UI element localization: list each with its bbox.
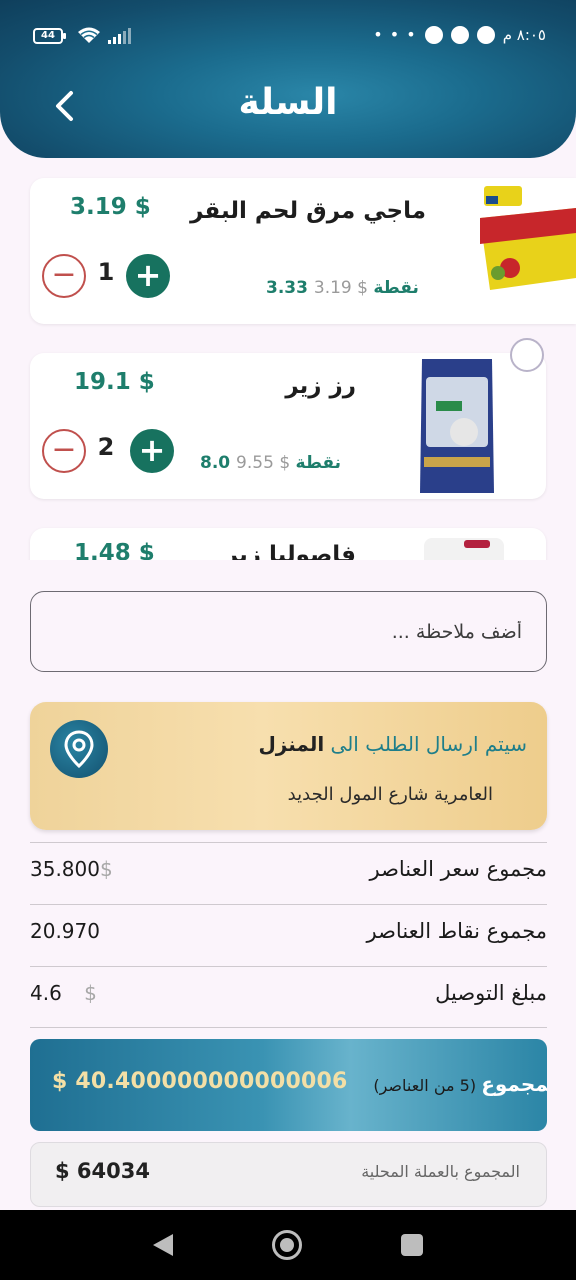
whatsapp-icon: [424, 25, 443, 44]
product-total-price: 1.48 $: [74, 540, 155, 560]
product-unit-currency: $: [357, 278, 368, 298]
product-unit-price: 3.19: [313, 278, 352, 298]
location-pin-icon: [50, 720, 108, 778]
points-total-value: 20.970: [30, 919, 100, 943]
items-total-amount: 35.800$: [30, 857, 113, 881]
items-total-label: مجموع سعر العناصر: [369, 857, 547, 881]
local-currency-total: المجموع بالعملة المحلية $ 64034: [30, 1142, 547, 1207]
increase-quantity-button[interactable]: +: [130, 429, 174, 473]
delivery-fee-row: مبلغ التوصيل 4.6 $: [30, 966, 547, 1028]
nav-recents-icon[interactable]: [401, 1234, 423, 1256]
items-count: (5 من العناصر): [373, 1076, 477, 1095]
battery-indicator: 44: [33, 28, 66, 44]
facebook-icon: [476, 25, 495, 44]
product-image: [414, 536, 510, 560]
delivery-fee-amount: 4.6 $: [30, 981, 97, 1005]
signal-icon: [108, 28, 131, 44]
local-currency-label: المجموع بالعملة المحلية: [361, 1162, 520, 1181]
cart-product-list[interactable]: ماجي مرق لحم البقر 3.19 $ 3.33 نقطة $ 3.…: [0, 158, 576, 560]
product-total-price: 19.1 $: [74, 369, 155, 395]
address-details: العامرية شارع المول الجديد: [287, 784, 493, 805]
product-image: [414, 357, 500, 495]
more-notifications-icon: • • •: [373, 25, 417, 44]
messages-icon: [450, 25, 469, 44]
increase-quantity-button[interactable]: +: [126, 254, 170, 298]
product-name: فاصوليا زير: [224, 542, 356, 560]
quantity-value: 2: [97, 433, 115, 461]
product-name: ماجي مرق لحم البقر: [190, 198, 426, 224]
grand-total-title: المجموع: [481, 1072, 547, 1096]
cart-item: رز زير 19.1 $ 8.0 نقطة $ 9.55 − 2 +: [30, 353, 546, 499]
points-total-label: مجموع نقاط العناصر: [366, 919, 547, 943]
nav-home-icon[interactable]: [272, 1230, 302, 1260]
delivery-address-card[interactable]: سيتم ارسال الطلب الى المنزل العامرية شار…: [30, 702, 547, 830]
items-total-row: مجموع سعر العناصر 35.800$: [30, 842, 547, 904]
product-total-price: 3.19 $: [70, 194, 151, 220]
order-note-input[interactable]: [30, 591, 547, 672]
status-bar: 44 • • • ٨:٠٥ م: [0, 20, 576, 52]
items-total-currency: $: [99, 857, 113, 881]
cart-item: فاصوليا زير 1.48 $: [30, 528, 546, 560]
address-prefix: سيتم ارسال الطلب الى: [330, 732, 527, 756]
page-title: السلة: [238, 82, 338, 123]
address-type: المنزل: [258, 732, 325, 756]
points-total-row: مجموع نقاط العناصر 20.970: [30, 904, 547, 966]
items-total-value: 35.800: [30, 857, 100, 881]
product-unit-info: 3.33 نقطة $ 3.19: [266, 278, 419, 298]
delivery-fee-label: مبلغ التوصيل: [435, 981, 547, 1005]
product-unit-info: 8.0 نقطة $ 9.55: [200, 453, 341, 473]
product-unit-price: 9.55: [236, 453, 274, 473]
local-currency-value: $ 64034: [55, 1159, 150, 1183]
cart-item: ماجي مرق لحم البقر 3.19 $ 3.33 نقطة $ 3.…: [30, 178, 576, 324]
decrease-quantity-button[interactable]: −: [42, 254, 86, 298]
clock: ٨:٠٥ م: [502, 25, 546, 44]
decrease-quantity-button[interactable]: −: [42, 429, 86, 473]
wifi-icon: [78, 27, 100, 43]
summary-divider: [30, 1027, 547, 1028]
nav-back-icon[interactable]: [151, 1232, 175, 1258]
address-destination: سيتم ارسال الطلب الى المنزل: [258, 732, 527, 756]
product-name: رز زير: [285, 373, 356, 399]
system-navigation-bar: [0, 1210, 576, 1280]
delivery-fee-value: 4.6: [30, 981, 62, 1005]
app-header: 44 • • • ٨:٠٥ م السلة: [0, 0, 576, 158]
checkout-total-button[interactable]: $ 40.400000000000006 المجموع (5 من العنا…: [30, 1039, 547, 1131]
product-image: [470, 178, 576, 290]
grand-total-value: $ 40.400000000000006: [52, 1069, 348, 1094]
select-item-radio[interactable]: [510, 338, 544, 372]
product-unit-currency: $: [279, 453, 291, 473]
grand-total-label: المجموع (5 من العناصر): [373, 1072, 547, 1096]
delivery-fee-currency: $: [84, 981, 97, 1005]
quantity-value: 1: [97, 258, 115, 286]
